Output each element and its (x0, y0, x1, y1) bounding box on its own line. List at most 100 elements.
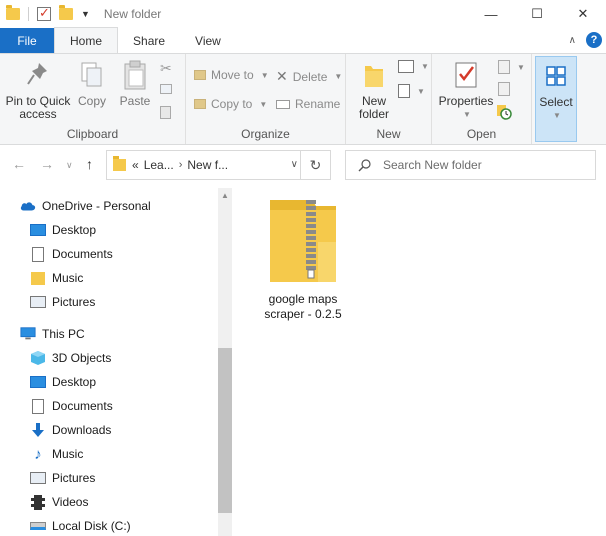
edit-button[interactable] (498, 82, 510, 96)
nav-pane-scrollbar[interactable]: ▲ (218, 188, 232, 536)
up-arrow-icon[interactable]: ↑ (86, 156, 93, 172)
nav-item-onedrive[interactable]: OneDrive - Personal (20, 194, 151, 218)
organize-group: Move to ▼ Copy to ▼ ✕ Delete ▼ Rename Or… (186, 54, 346, 144)
nav-item-onedrive-pictures[interactable]: Pictures (30, 290, 95, 314)
close-button[interactable]: ✕ (560, 0, 606, 28)
address-segment-parent[interactable]: Lea... (144, 158, 174, 172)
delete-x-icon: ✕ (276, 68, 288, 84)
nav-item-label: Local Disk (C:) (52, 519, 131, 533)
history-button[interactable] (496, 104, 512, 120)
help-icon[interactable]: ? (586, 32, 602, 48)
navigation-pane: OneDrive - Personal Desktop Documents Mu… (0, 188, 232, 536)
copy-button[interactable]: Copy (74, 58, 110, 108)
search-box[interactable] (345, 150, 596, 180)
nav-item-pictures[interactable]: Pictures (30, 466, 95, 490)
nav-item-local-disk[interactable]: Local Disk (C:) (30, 514, 131, 536)
file-name-label: google maps scraper - 0.2.5 (264, 292, 342, 321)
nav-item-label: Videos (52, 495, 89, 509)
nav-item-label: Pictures (52, 295, 96, 309)
tab-file[interactable]: File (0, 28, 54, 53)
select-button[interactable]: Select ▼ (535, 56, 577, 142)
new-item-button[interactable]: ▼ (398, 60, 429, 73)
address-history-dropdown-icon[interactable]: ∨ (291, 159, 298, 170)
address-separator-chevron[interactable]: › (179, 159, 183, 171)
select-group: Select ▼ (532, 54, 580, 144)
properties-label: Properties (438, 94, 494, 108)
move-to-button[interactable]: Move to ▼ (194, 68, 269, 82)
nav-item-desktop[interactable]: Desktop (30, 370, 96, 394)
minimize-button[interactable]: — (468, 0, 514, 28)
open-button[interactable]: ▼ (498, 60, 525, 74)
open-group-label: Open (466, 127, 497, 141)
nav-item-3d-objects[interactable]: 3D Objects (30, 346, 111, 370)
pin-to-quick-access-button[interactable]: Pin to Quick access (4, 58, 72, 121)
properties-dropdown-icon: ▼ (463, 110, 471, 119)
copy-to-icon (194, 99, 206, 109)
properties-button[interactable]: Properties ▼ (436, 58, 496, 121)
copy-to-button[interactable]: Copy to ▼ (194, 97, 267, 111)
delete-button[interactable]: ✕ Delete ▼ (276, 68, 342, 85)
edit-icon (498, 82, 510, 96)
nav-item-label: Documents (52, 399, 113, 413)
address-overflow-chevron[interactable]: « (132, 158, 139, 172)
new-group: New folder ▼ ▼ New (346, 54, 432, 144)
organize-group-label: Organize (241, 127, 290, 141)
copy-icon (79, 58, 105, 92)
paste-shortcut-button[interactable] (160, 106, 171, 119)
navigation-bar: ← → ∨ ↑ « Lea... › New f... ∨ ↻ (0, 148, 606, 182)
nav-item-onedrive-desktop[interactable]: Desktop (30, 218, 96, 242)
copy-to-dropdown-icon: ▼ (259, 99, 268, 109)
cube-icon (30, 350, 46, 366)
customize-toolbar-dropdown-icon[interactable]: ▼ (81, 9, 90, 19)
copy-path-button[interactable] (160, 84, 172, 94)
tab-home[interactable]: Home (54, 27, 119, 53)
search-input[interactable] (383, 158, 583, 172)
download-icon (30, 422, 46, 438)
history-icon (497, 105, 512, 120)
nav-item-downloads[interactable]: Downloads (30, 418, 111, 442)
address-bar[interactable]: « Lea... › New f... ∨ ↻ (106, 150, 331, 180)
cloud-icon (20, 198, 36, 214)
new-folder-icon[interactable] (59, 5, 73, 20)
clipboard-group-label: Clipboard (66, 127, 119, 141)
new-folder-icon (361, 58, 387, 92)
nav-item-label: This PC (42, 327, 85, 341)
file-item[interactable]: google maps scraper - 0.2.5 (258, 198, 348, 322)
nav-item-label: Pictures (52, 471, 96, 485)
drive-icon (30, 518, 46, 534)
search-icon (358, 158, 371, 171)
nav-item-videos[interactable]: Videos (30, 490, 88, 514)
minimize-ribbon-icon[interactable]: ∧ (569, 35, 576, 46)
address-segment-current[interactable]: New f... (187, 158, 228, 172)
scroll-up-arrow-icon[interactable]: ▲ (221, 191, 229, 200)
easy-access-button[interactable]: ▼ (398, 84, 425, 98)
pictures-icon (30, 470, 46, 486)
tab-view[interactable]: View (180, 28, 236, 53)
tab-share[interactable]: Share (118, 28, 180, 53)
forward-arrow-icon[interactable]: → (40, 156, 54, 172)
nav-pane-scroll-thumb[interactable] (218, 348, 232, 513)
new-folder-label-line2: folder (358, 107, 390, 121)
clipboard-group: Pin to Quick access Copy Paste ✂ Clipboa… (0, 54, 186, 144)
properties-check-icon[interactable] (37, 5, 51, 21)
refresh-icon[interactable]: ↻ (300, 151, 330, 179)
nav-item-documents[interactable]: Documents (30, 394, 113, 418)
folder-icon (30, 270, 46, 286)
nav-item-onedrive-documents[interactable]: Documents (30, 242, 113, 266)
back-arrow-icon[interactable]: ← (12, 156, 26, 172)
music-icon: ♪ (34, 445, 42, 463)
recent-locations-dropdown-icon[interactable]: ∨ (66, 160, 73, 171)
nav-item-label: Desktop (52, 223, 97, 237)
nav-item-onedrive-music[interactable]: Music (30, 266, 83, 290)
paste-button[interactable]: Paste (114, 58, 156, 108)
pin-icon (25, 58, 51, 92)
cut-button[interactable]: ✂ (160, 60, 172, 77)
rename-button[interactable]: Rename (276, 97, 340, 111)
nav-item-music[interactable]: ♪ Music (30, 442, 83, 466)
nav-item-this-pc[interactable]: This PC (20, 322, 85, 346)
desktop-icon (30, 374, 46, 390)
maximize-button[interactable]: ☐ (514, 0, 560, 28)
quick-access-toolbar: ▼ (0, 5, 90, 21)
move-to-dropdown-icon: ▼ (260, 70, 269, 80)
new-folder-button[interactable]: New folder (352, 58, 396, 121)
